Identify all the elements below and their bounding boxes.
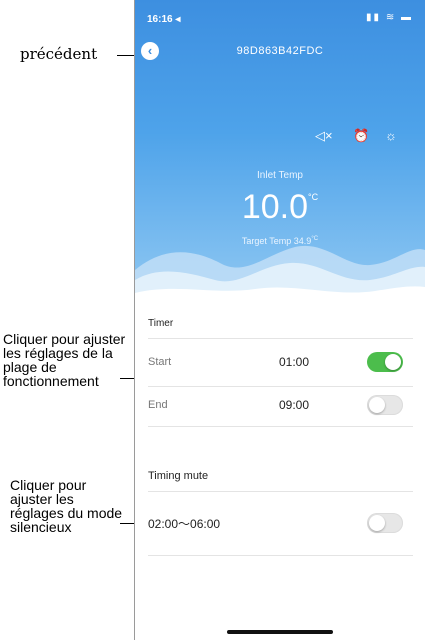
home-indicator (227, 630, 333, 634)
timer-end-label: End (148, 399, 168, 411)
timing-mute-title: Timing mute (148, 470, 209, 482)
alarm-clock-icon[interactable]: ⏰ (353, 128, 369, 144)
timer-start-time[interactable]: 01:00 (279, 355, 309, 369)
timer-start-toggle[interactable] (367, 352, 403, 372)
annotation-mute: Cliquer pour ajuster les réglages du mod… (10, 477, 123, 535)
target-temp-label: Target Temp (241, 236, 292, 246)
target-temp-value: 34.9 (293, 236, 312, 246)
toggle-knob (369, 515, 385, 531)
annotation-timer: Cliquer pour ajuster les réglages de la … (3, 331, 126, 389)
inlet-temp-value: 10.0 (241, 188, 309, 226)
divider (148, 426, 413, 427)
mute-icon[interactable]: ◁× (315, 128, 333, 144)
toggle-knob (385, 354, 401, 370)
annotation-back: précédent (20, 45, 98, 63)
toggle-knob (369, 397, 385, 413)
phone-screen: 16:16 ◂ ▮▮ ≋ ▬ ‹ 98D863B42FDC ◁× ⏰ ☼ Inl… (135, 0, 425, 640)
timing-mute-range[interactable]: 02:00～06:00 (148, 515, 220, 532)
inlet-temp-unit: °C (308, 192, 319, 202)
status-icons: ▮▮ ≋ ▬ (366, 12, 413, 23)
timer-end-toggle[interactable] (367, 395, 403, 415)
status-time: 16:16 ◂ (147, 14, 181, 25)
inlet-temp-label: Inlet Temp (257, 170, 303, 181)
target-temp-unit: °C (311, 236, 319, 242)
brightness-icon[interactable]: ☼ (385, 128, 397, 143)
timer-end-time[interactable]: 09:00 (279, 398, 309, 412)
divider (148, 386, 413, 387)
timer-start-label: Start (148, 356, 172, 368)
divider (148, 555, 413, 556)
timer-section-title: Timer (148, 318, 174, 329)
divider (148, 491, 413, 492)
device-id-title: 98D863B42FDC (236, 45, 324, 57)
target-temp-display: Target Temp 34.9°C (135, 236, 425, 246)
divider (148, 338, 413, 339)
inlet-temp-display: 10.0°C (135, 188, 425, 227)
timing-mute-toggle[interactable] (367, 513, 403, 533)
